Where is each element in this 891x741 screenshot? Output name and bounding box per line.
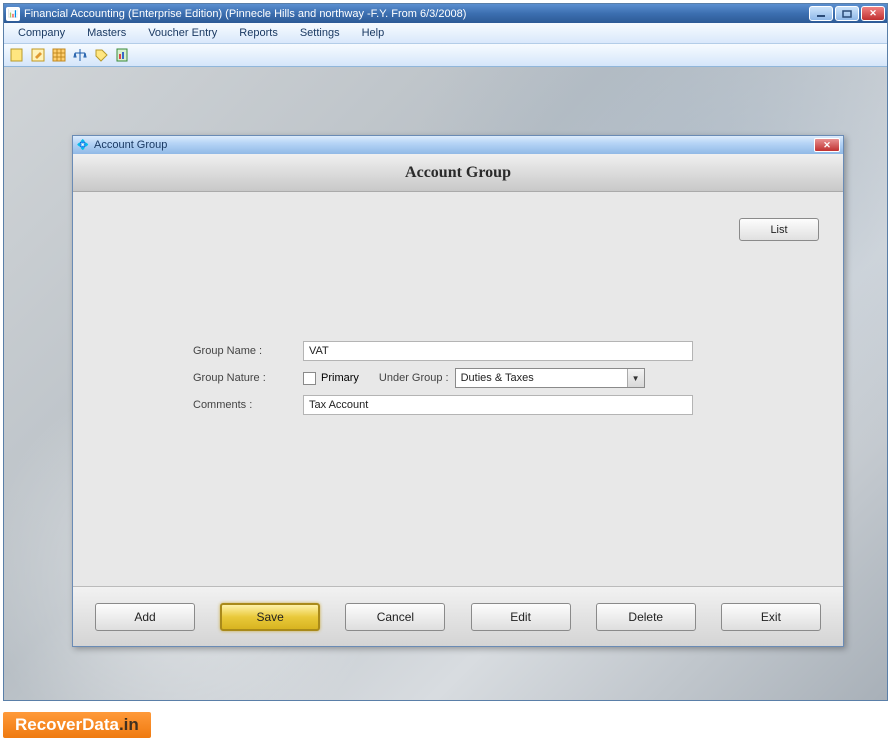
- close-button[interactable]: ✕: [861, 6, 885, 21]
- dialog-footer: Add Save Cancel Edit Delete Exit: [73, 586, 843, 646]
- menu-help[interactable]: Help: [352, 25, 395, 41]
- comments-input[interactable]: [303, 395, 693, 415]
- report-icon[interactable]: [113, 46, 131, 64]
- menu-reports[interactable]: Reports: [229, 25, 288, 41]
- app-icon: 📊: [6, 7, 20, 21]
- menu-voucher-entry[interactable]: Voucher Entry: [138, 25, 227, 41]
- chevron-down-icon: ▼: [627, 369, 644, 387]
- watermark-brand: RecoverData: [15, 715, 119, 735]
- dialog-header-text: Account Group: [405, 164, 511, 182]
- dialog-close-button[interactable]: ✕: [814, 138, 840, 152]
- primary-checkbox[interactable]: [303, 372, 316, 385]
- label-group-nature: Group Nature :: [193, 372, 303, 384]
- save-button[interactable]: Save: [220, 603, 320, 631]
- watermark-tld: .in: [119, 715, 139, 735]
- grid-icon[interactable]: [50, 46, 68, 64]
- menu-masters[interactable]: Masters: [77, 25, 136, 41]
- under-group-value: Duties & Taxes: [461, 372, 534, 384]
- label-group-name: Group Name :: [193, 345, 303, 357]
- label-under-group: Under Group :: [379, 372, 449, 384]
- main-title-bar: 📊 Financial Accounting (Enterprise Editi…: [4, 4, 887, 23]
- menu-company[interactable]: Company: [8, 25, 75, 41]
- main-window: 📊 Financial Accounting (Enterprise Editi…: [3, 3, 888, 701]
- label-comments: Comments :: [193, 399, 303, 411]
- dialog-body: List Group Name : Group Nature : Primary…: [73, 192, 843, 586]
- toolbar: [4, 43, 887, 67]
- dialog-title-bar: 💠 Account Group ✕: [73, 136, 843, 154]
- maximize-button[interactable]: [835, 6, 859, 21]
- window-controls: ✕: [809, 6, 885, 21]
- dialog-title: Account Group: [94, 139, 814, 151]
- under-group-combo[interactable]: Duties & Taxes ▼: [455, 368, 645, 388]
- new-file-icon[interactable]: [8, 46, 26, 64]
- account-group-dialog: 💠 Account Group ✕ Account Group List Gro…: [72, 135, 844, 647]
- window-title: Financial Accounting (Enterprise Edition…: [24, 8, 809, 20]
- form-area: Group Name : Group Nature : Primary Unde…: [93, 341, 823, 415]
- edit-button[interactable]: Edit: [471, 603, 571, 631]
- delete-button[interactable]: Delete: [596, 603, 696, 631]
- cancel-button[interactable]: Cancel: [345, 603, 445, 631]
- menu-settings[interactable]: Settings: [290, 25, 350, 41]
- tag-icon[interactable]: [92, 46, 110, 64]
- mdi-background: 💠 Account Group ✕ Account Group List Gro…: [4, 67, 887, 700]
- list-button[interactable]: List: [739, 218, 819, 241]
- edit-icon[interactable]: [29, 46, 47, 64]
- balance-icon[interactable]: [71, 46, 89, 64]
- minimize-button[interactable]: [809, 6, 833, 21]
- dialog-icon: 💠: [76, 138, 90, 152]
- exit-button[interactable]: Exit: [721, 603, 821, 631]
- menu-bar: Company Masters Voucher Entry Reports Se…: [4, 23, 887, 43]
- add-button[interactable]: Add: [95, 603, 195, 631]
- dialog-header: Account Group: [73, 154, 843, 192]
- watermark-badge: RecoverData.in: [3, 712, 151, 738]
- label-primary: Primary: [321, 372, 359, 384]
- group-name-input[interactable]: [303, 341, 693, 361]
